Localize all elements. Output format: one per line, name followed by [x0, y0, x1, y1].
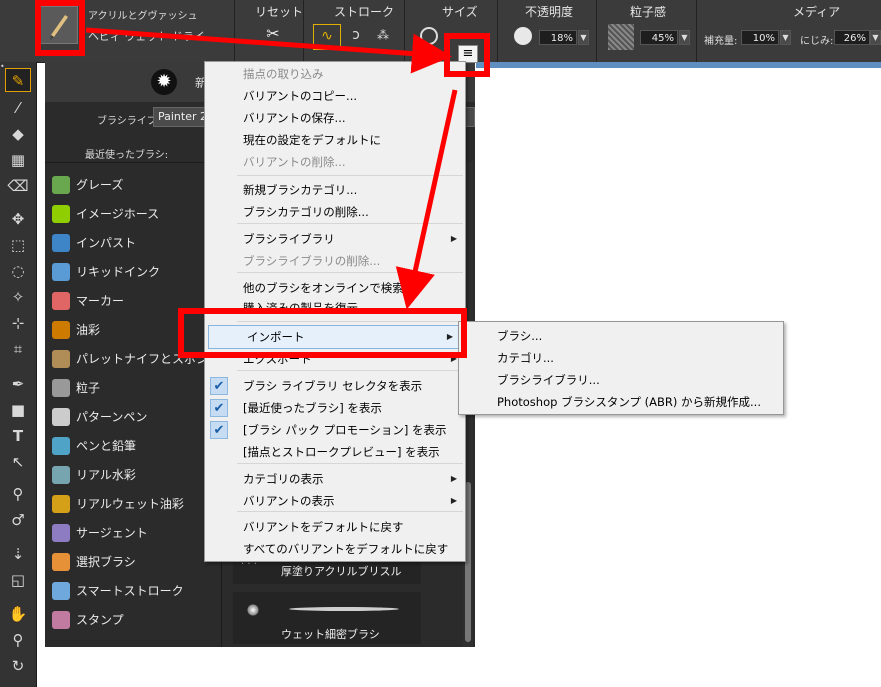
- annotation-arrows: [85, 27, 458, 310]
